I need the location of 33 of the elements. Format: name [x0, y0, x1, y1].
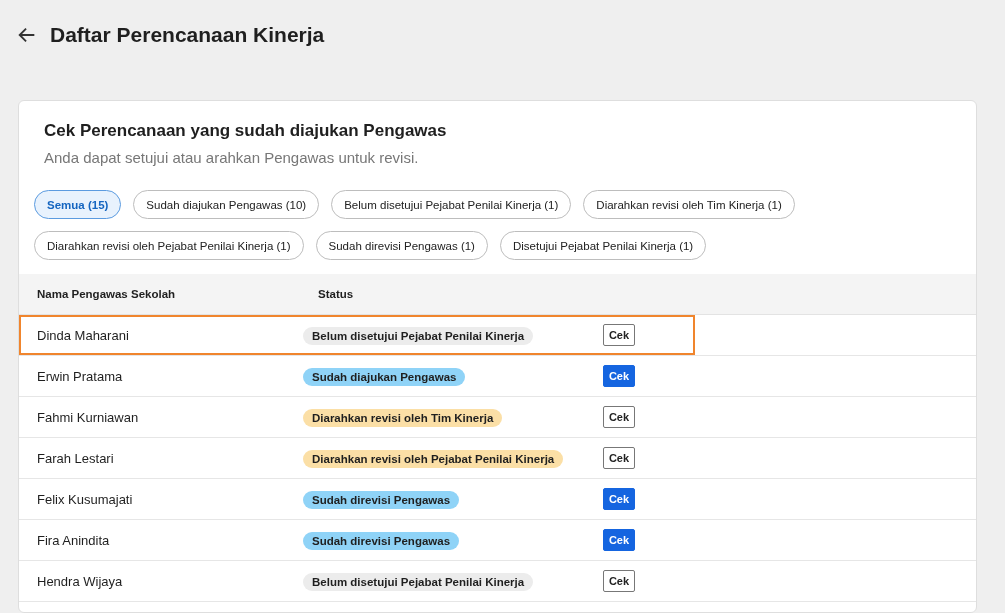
column-header: Status: [318, 288, 355, 300]
table-cell-text: Farah Lestari: [36, 450, 115, 466]
table-cell-text: Fahmi Kurniawan: [36, 409, 140, 425]
status-badge: Diarahkan revisi oleh Pejabat Penilai Kinerja: [303, 449, 564, 468]
filter-chip[interactable]: Diarahkan revisi oleh Tim Kinerja (1): [583, 190, 795, 219]
card-heading: Cek Perencanaan yang sudah diajukan Pengawas: [44, 121, 448, 141]
status-badge: Sudah diajukan Pengawas: [303, 367, 466, 386]
filter-chip[interactable]: Diarahkan revisi oleh Pejabat Penilai Kinerja (1): [34, 231, 304, 260]
status-badge: Sudah direvisi Pengawas: [303, 531, 460, 550]
filter-chip[interactable]: Sudah diajukan Pengawas (10): [133, 190, 320, 219]
column-header: Nama Pengawas Sekolah: [36, 288, 177, 300]
table-cell-text: Fira Anindita: [36, 532, 111, 548]
filter-chip[interactable]: Sudah direvisi Pengawas (1): [315, 231, 488, 260]
check-button[interactable]: Cek: [603, 570, 635, 592]
filter-chip[interactable]: Disetujui Pejabat Penilai Kinerja (1): [499, 231, 707, 260]
table-cell-text: Hendra Wijaya: [36, 573, 124, 589]
check-button[interactable]: Cek: [603, 447, 635, 469]
card-subheading: Anda dapat setujui atau arahkan Pengawas untuk revisi.: [44, 149, 420, 166]
check-button[interactable]: Cek: [603, 365, 635, 387]
table-cell-text: Dinda Maharani: [36, 327, 130, 343]
status-badge: Belum disetujui Pejabat Penilai Kinerja: [303, 326, 534, 345]
check-button[interactable]: Cek: [603, 406, 635, 428]
table-cell-text: Felix Kusumajati: [36, 491, 134, 507]
status-badge: Sudah direvisi Pengawas: [303, 490, 460, 509]
check-button[interactable]: Cek: [603, 488, 635, 510]
check-button[interactable]: Cek: [603, 324, 635, 346]
status-badge: Diarahkan revisi oleh Tim Kinerja: [303, 408, 503, 427]
page-title: Daftar Perencanaan Kinerja: [50, 23, 325, 47]
table-cell-text: Erwin Pratama: [36, 368, 124, 384]
filter-chip[interactable]: Belum disetujui Pejabat Penilai Kinerja (1): [331, 190, 572, 219]
check-button[interactable]: Cek: [603, 529, 635, 551]
filter-chip[interactable]: Semua (15): [34, 190, 122, 219]
status-badge: Belum disetujui Pejabat Penilai Kinerja: [303, 572, 534, 591]
